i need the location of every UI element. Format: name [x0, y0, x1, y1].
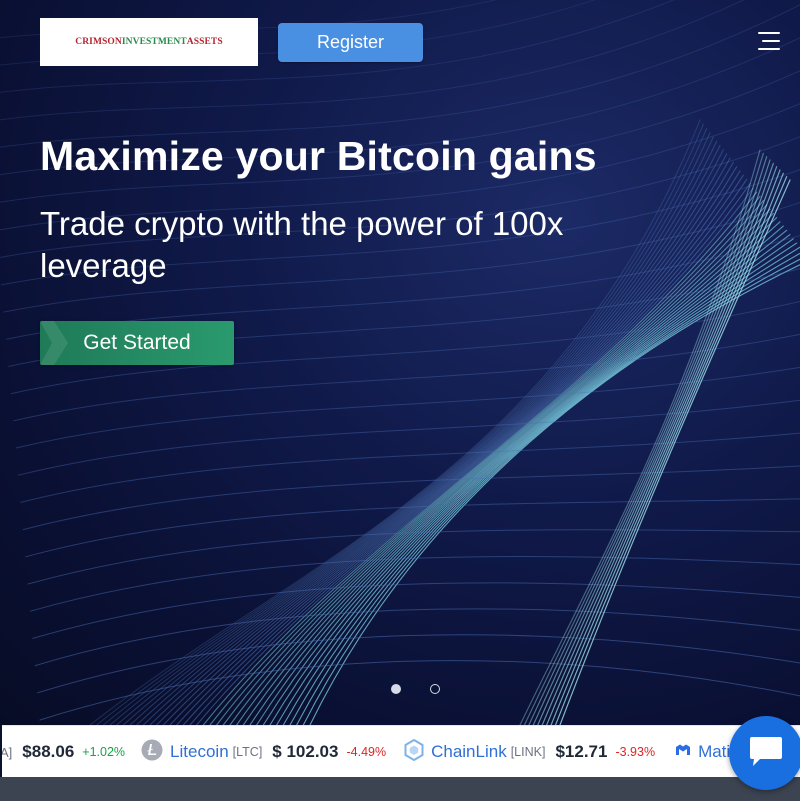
mesh-line [262, 229, 788, 725]
footer-strip [0, 777, 800, 801]
get-started-button[interactable]: Get Started [40, 321, 234, 365]
mesh-line [34, 608, 800, 667]
hamburger-bar [758, 32, 780, 34]
mesh-line [249, 221, 781, 725]
chat-button[interactable] [729, 716, 800, 790]
carousel-dot-1[interactable] [391, 684, 401, 694]
litecoin-icon [141, 739, 163, 766]
register-button[interactable]: Register [278, 23, 423, 62]
hamburger-icon[interactable] [756, 32, 780, 52]
hero-section: CRIMSON INVESTMENT ASSETS Register Maximiz… [0, 0, 800, 725]
chat-bubble-icon [750, 737, 782, 766]
hamburger-bar [758, 48, 780, 50]
brand-logo[interactable]: CRIMSON INVESTMENT ASSETS [40, 18, 258, 66]
crypto-price-ticker: A] $88.06 +1.02% Litecoin [LTC] $ 102.03… [2, 725, 800, 778]
ticker-coin-symbol: [LINK] [510, 745, 546, 759]
carousel-indicators [391, 684, 440, 694]
ticker-change: +1.02% [82, 745, 126, 759]
logo-word-investment: INVESTMENT [121, 37, 187, 47]
hamburger-bar [762, 40, 780, 42]
hero-subheadline: Trade crypto with the power of 100x leve… [40, 205, 564, 284]
chainlink-icon [404, 738, 424, 766]
hero-headline: Maximize your Bitcoin gains [40, 133, 597, 179]
logo-word-assets: ASSETS [186, 37, 223, 47]
ticker-price: $ 102.03 [272, 742, 339, 761]
ticker-price: $12.71 [555, 742, 608, 761]
logo-word-crimson: CRIMSON [75, 37, 122, 47]
get-started-label: Get Started [83, 331, 191, 354]
matic-icon [675, 743, 691, 762]
ticker-coin-name[interactable]: ChainLink [431, 742, 507, 762]
ticker-change: -4.49% [346, 745, 387, 759]
ticker-coin-name[interactable]: Litecoin [170, 742, 229, 762]
chevron-decoration-icon [40, 321, 68, 365]
ticker-price: $88.06 [22, 742, 75, 761]
ticker-coin-symbol: [LTC] [232, 745, 263, 759]
carousel-dot-2[interactable] [430, 684, 440, 694]
mesh-line [32, 582, 800, 639]
ticker-leading-fragment: A] [2, 744, 13, 760]
mesh-line [20, 432, 800, 503]
ticker-change: -3.93% [615, 745, 656, 759]
